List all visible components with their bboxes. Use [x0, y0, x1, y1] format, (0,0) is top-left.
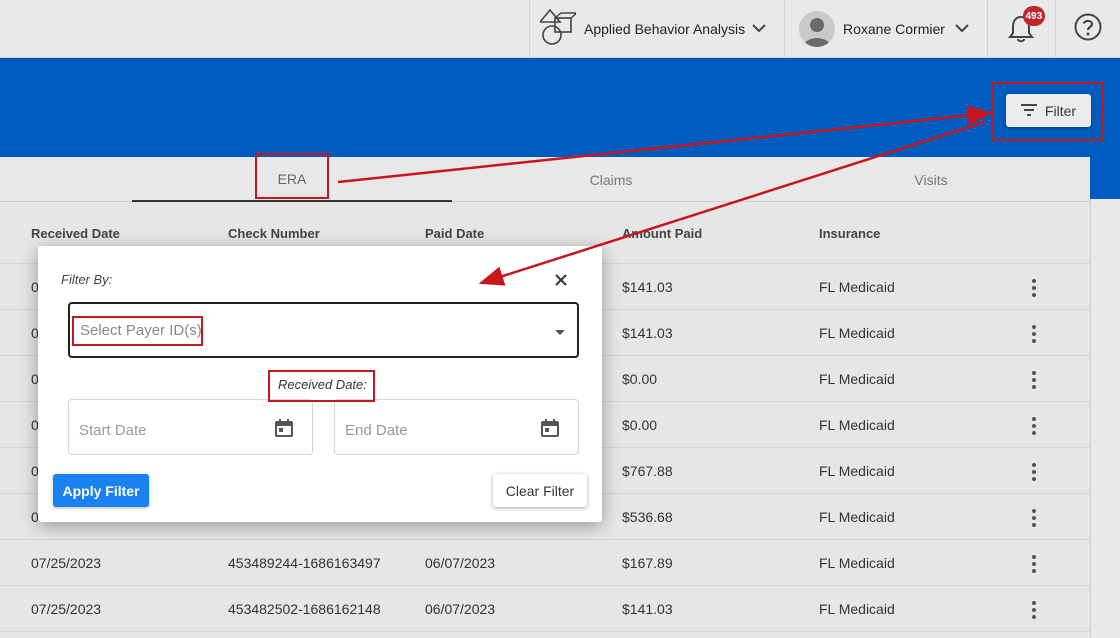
- help-icon: [1073, 12, 1103, 47]
- cell-amount-paid: $141.03: [622, 325, 673, 341]
- tab-era-label: ERA: [277, 170, 307, 187]
- cell-insurance: FL Medicaid: [819, 555, 895, 571]
- cell-amount-paid: $0.00: [622, 417, 658, 433]
- tab-claims-label: Claims: [589, 171, 633, 188]
- cell-insurance: FL Medicaid: [819, 417, 895, 433]
- cell-amount-paid: $767.88: [622, 463, 673, 479]
- cell-insurance: FL Medicaid: [819, 601, 895, 617]
- column-header-paid-date[interactable]: Paid Date: [425, 226, 484, 241]
- cell-amount-paid: $141.03: [622, 279, 673, 295]
- cell-received-date: 07/25/2023: [31, 601, 102, 617]
- calendar-icon[interactable]: [540, 418, 560, 443]
- cell-insurance: FL Medicaid: [819, 509, 895, 525]
- kebab-menu-icon[interactable]: [1030, 509, 1038, 527]
- cell-check-number: 453489244-1686163497: [228, 555, 381, 571]
- cell-amount-paid: $0.00: [622, 371, 658, 387]
- cell-received-date: 07/25/2023: [31, 555, 102, 571]
- bell-icon: [1007, 15, 1035, 48]
- start-date-placeholder: Start Date: [79, 422, 147, 439]
- close-icon[interactable]: [551, 270, 571, 290]
- kebab-menu-icon[interactable]: [1030, 325, 1038, 343]
- org-logo-icon: [538, 8, 579, 51]
- kebab-menu-icon[interactable]: [1030, 279, 1038, 297]
- table-row[interactable]: 07/25/2023 453489244-1686163497 06/07/20…: [0, 540, 1090, 586]
- table-row[interactable]: 07/25/2023 453482502-1686162148 06/07/20…: [0, 586, 1090, 632]
- apply-filter-button[interactable]: Apply Filter: [53, 474, 149, 507]
- tab-bar: ERA Claims Visits: [0, 157, 1090, 202]
- notification-badge: 493: [1022, 6, 1046, 26]
- filter-dialog-title: Filter By:: [61, 272, 113, 287]
- cell-amount-paid: $536.68: [622, 509, 673, 525]
- chevron-down-icon[interactable]: [955, 20, 969, 38]
- tab-visits[interactable]: Visits: [771, 157, 1091, 202]
- kebab-menu-icon[interactable]: [1030, 371, 1038, 389]
- kebab-menu-icon[interactable]: [1030, 417, 1038, 435]
- cell-insurance: FL Medicaid: [819, 279, 895, 295]
- filter-button[interactable]: Filter: [1006, 94, 1091, 127]
- cell-insurance: FL Medicaid: [819, 325, 895, 341]
- cell-check-number: 453482502-1686162148: [228, 601, 381, 617]
- column-header-check-number[interactable]: Check Number: [228, 226, 320, 241]
- page-header-band: [0, 58, 1120, 157]
- tab-era[interactable]: ERA: [132, 157, 452, 202]
- filter-icon: [1020, 103, 1045, 119]
- cell-insurance: FL Medicaid: [819, 463, 895, 479]
- end-date-field[interactable]: End Date: [334, 399, 579, 455]
- help-button[interactable]: [1055, 0, 1120, 58]
- organization-selector[interactable]: Applied Behavior Analysis: [529, 0, 784, 58]
- calendar-icon[interactable]: [274, 418, 294, 443]
- tab-claims[interactable]: Claims: [451, 157, 771, 202]
- clear-filter-button[interactable]: Clear Filter: [493, 474, 587, 507]
- top-bar: Applied Behavior Analysis Roxane Cormier: [0, 0, 1120, 58]
- cell-paid-date: 06/07/2023: [425, 601, 496, 617]
- kebab-menu-icon[interactable]: [1030, 555, 1038, 573]
- chevron-down-icon[interactable]: [752, 20, 766, 38]
- payer-id-select[interactable]: Select Payer ID(s): [68, 302, 579, 358]
- cell-insurance: FL Medicaid: [819, 371, 895, 387]
- caret-down-icon: [555, 330, 565, 335]
- notifications-button[interactable]: 493: [987, 0, 1055, 58]
- payer-id-placeholder: Select Payer ID(s): [80, 322, 202, 339]
- column-header-insurance[interactable]: Insurance: [819, 226, 880, 241]
- cell-amount-paid: $167.89: [622, 555, 673, 571]
- column-header-received-date[interactable]: Received Date: [31, 226, 120, 241]
- start-date-field[interactable]: Start Date: [68, 399, 313, 455]
- page-header-band-edge: [1090, 157, 1120, 199]
- filter-button-label: Filter: [1044, 102, 1077, 119]
- cell-paid-date: 06/07/2023: [425, 555, 496, 571]
- avatar: [799, 11, 835, 47]
- end-date-placeholder: End Date: [345, 422, 408, 439]
- kebab-menu-icon[interactable]: [1030, 463, 1038, 481]
- filter-dialog: Filter By: Select Payer ID(s) Received D…: [38, 246, 602, 522]
- tab-visits-label: Visits: [914, 171, 948, 188]
- user-menu[interactable]: Roxane Cormier: [784, 0, 987, 58]
- received-date-label: Received Date:: [278, 377, 367, 392]
- organization-name: Applied Behavior Analysis: [584, 21, 746, 37]
- right-gutter: [1090, 199, 1120, 638]
- column-header-amount-paid[interactable]: Amount Paid: [622, 226, 702, 241]
- kebab-menu-icon[interactable]: [1030, 601, 1038, 619]
- user-name: Roxane Cormier: [843, 21, 945, 37]
- cell-amount-paid: $141.03: [622, 601, 673, 617]
